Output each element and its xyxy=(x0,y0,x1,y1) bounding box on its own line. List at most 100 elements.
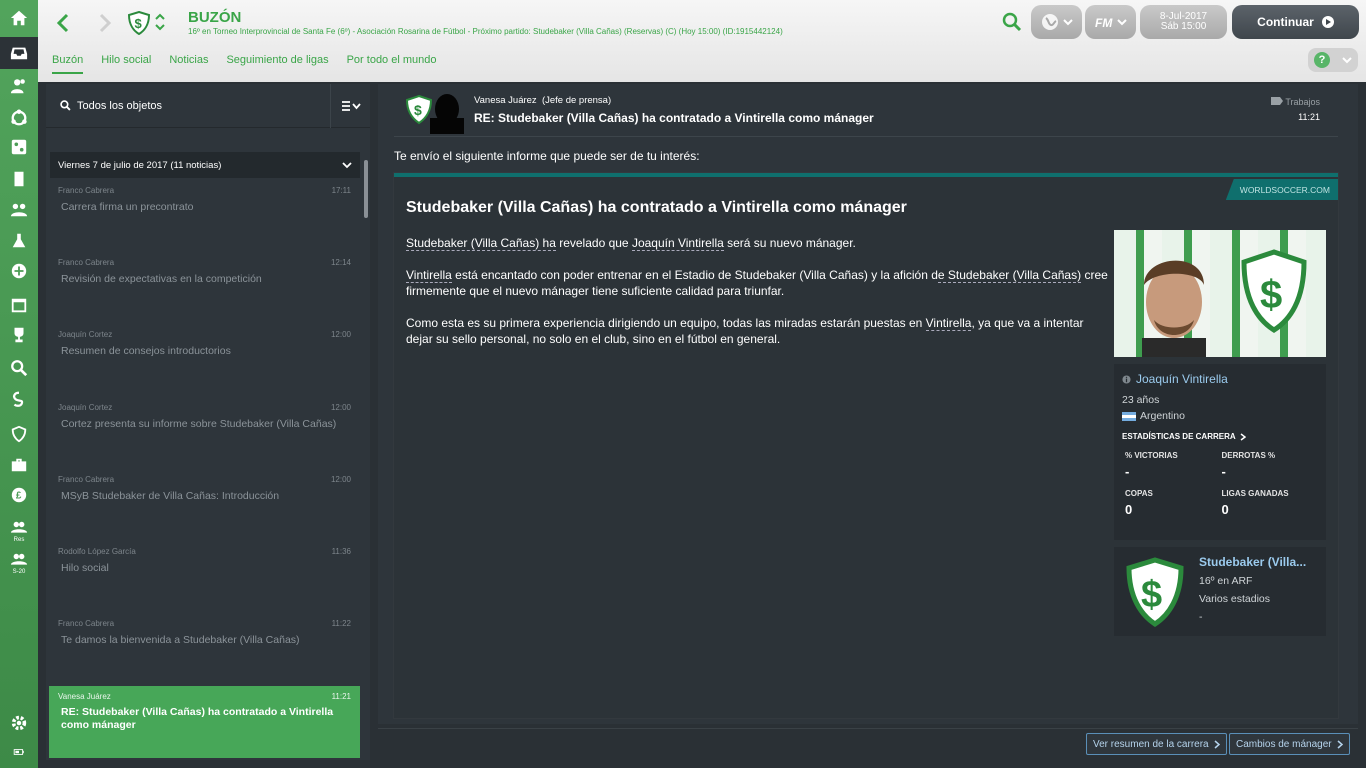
tab-league-tracking[interactable]: Seguimiento de ligas xyxy=(226,54,328,74)
career-stats-link[interactable]: ESTADÍSTICAS DE CARRERA xyxy=(1122,432,1318,441)
help-button[interactable]: ? xyxy=(1308,48,1358,72)
list-item[interactable]: Franco Cabrera 12:00 MSyB Studebaker de V… xyxy=(49,469,360,541)
message-sender: Joaquín Cortez xyxy=(58,403,113,412)
article-text: Como esta es su primera experiencia diri… xyxy=(406,316,926,330)
message-time: 12:00 xyxy=(330,475,351,484)
continue-button[interactable]: Continuar xyxy=(1232,5,1359,39)
list-item[interactable]: Rodolfo López García 11:36 Hilo social xyxy=(49,541,360,613)
home-icon[interactable] xyxy=(0,2,38,34)
back-button[interactable] xyxy=(52,10,74,36)
message-sender: Joaquín Cortez xyxy=(58,330,113,339)
manager-changes-label: Cambios de mánager xyxy=(1236,738,1332,750)
u20-icon[interactable]: S-20 xyxy=(0,545,38,577)
message-subject: Te damos la bienvenida a Studebaker (Vil… xyxy=(61,634,300,646)
calendar-icon[interactable] xyxy=(0,289,38,321)
message-subject: Cortez presenta su informe sobre Studeba… xyxy=(61,418,337,430)
inbox-icon[interactable] xyxy=(0,37,38,69)
club-crest-icon[interactable]: $ xyxy=(1126,557,1184,632)
list-item[interactable]: Franco Cabrera 17:11 Carrera firma un pre… xyxy=(49,180,360,252)
article-paragraph: Studebaker (Villa Cañas) ha revelado que… xyxy=(406,235,1112,251)
search-icon[interactable] xyxy=(0,352,38,384)
training-icon[interactable] xyxy=(0,163,38,195)
club-icon[interactable] xyxy=(0,384,38,416)
page-subtitle: 16º en Torneo Interprovincial de Santa F… xyxy=(188,27,783,36)
header-divider xyxy=(394,136,1338,137)
stat-label: % VICTORIAS xyxy=(1125,451,1178,460)
manager-link[interactable]: Vintirella xyxy=(406,268,452,283)
sender-avatar[interactable]: $ xyxy=(405,92,466,134)
squad-icon[interactable] xyxy=(0,70,38,102)
list-menu-icon xyxy=(341,100,361,111)
club-name[interactable]: Studebaker (Villa... xyxy=(1199,555,1320,569)
search-icon[interactable] xyxy=(1002,12,1022,37)
staff-icon[interactable] xyxy=(0,255,38,287)
message-time: 12:14 xyxy=(330,258,351,267)
message-sender: Franco Cabrera xyxy=(58,475,115,484)
list-item[interactable]: Joaquín Cortez 12:00 Resumen de consejos … xyxy=(49,324,360,396)
club-link[interactable]: e Studebaker (Villa Cañas) xyxy=(937,268,1082,283)
date-display[interactable]: 8-Jul-2017 Sáb 15:00 xyxy=(1140,5,1227,39)
manager-link[interactable]: Vintirella xyxy=(925,316,972,331)
svg-text:FM: FM xyxy=(1095,16,1113,30)
club-position: 16º en ARF xyxy=(1199,575,1253,587)
article-paragraph: Como esta es su primera experiencia diri… xyxy=(406,315,1112,347)
message-time: 11:36 xyxy=(331,547,351,556)
manager-link[interactable]: Joaquín Vintirella xyxy=(631,236,724,251)
chevron-right-icon xyxy=(1214,739,1220,749)
tactics-icon[interactable] xyxy=(0,131,38,163)
briefcase-icon[interactable] xyxy=(0,449,38,481)
dynamics-icon[interactable] xyxy=(0,102,38,134)
club-crest-icon[interactable]: $ xyxy=(127,10,151,36)
list-item[interactable]: Franco Cabrera 12:14 Revisión de expectat… xyxy=(49,252,360,324)
fm-menu-button[interactable]: FM xyxy=(1085,5,1136,39)
club-switch-icon[interactable] xyxy=(154,12,166,37)
shield-icon[interactable] xyxy=(0,418,38,450)
forward-button[interactable] xyxy=(94,10,116,36)
trophy-icon[interactable] xyxy=(0,319,38,351)
inbox-filter-search[interactable]: Todos los objetos xyxy=(46,100,330,112)
manager-card: Joaquín Vintirella 23 años Argentino EST… xyxy=(1114,364,1326,540)
stat-label: DERROTAS % xyxy=(1221,451,1276,460)
article-paragraph: Vintirella está encantado con poder entr… xyxy=(406,267,1112,299)
list-item[interactable]: Franco Cabrera 11:22 Te damos la bienveni… xyxy=(49,613,360,685)
list-item[interactable]: Joaquín Cortez 12:00 Cortez presenta su i… xyxy=(49,397,360,469)
stat-value: - xyxy=(1125,464,1130,479)
info-icon[interactable] xyxy=(1122,374,1131,384)
day-group-header[interactable]: Viernes 7 de julio de 2017 (11 noticias) xyxy=(50,152,360,178)
top-bar: $ BUZÓN 16º en Torneo Interprovincial de… xyxy=(38,0,1366,82)
manager-photo[interactable]: $ xyxy=(1114,230,1326,357)
inbox-list-header: Todos los objetos xyxy=(46,83,370,128)
stat-label: LIGAS GANADAS xyxy=(1221,489,1289,498)
message-sender-name[interactable]: Vanesa Juárez xyxy=(474,95,537,106)
message-sender: Franco Cabrera xyxy=(58,186,115,195)
world-menu-button[interactable] xyxy=(1031,5,1082,39)
inbox-scrollbar[interactable] xyxy=(364,160,368,218)
message-time: 11:22 xyxy=(331,619,351,628)
finance-icon[interactable]: £ xyxy=(0,479,38,511)
list-options-button[interactable] xyxy=(330,83,370,128)
help-icon: ? xyxy=(1314,52,1330,68)
manager-changes-button[interactable]: Cambios de mánager xyxy=(1229,733,1350,755)
career-summary-label: Ver resumen de la carrera xyxy=(1093,738,1209,750)
list-item-selected[interactable]: Vanesa Juárez 11:21 RE: Studebaker (Villa… xyxy=(49,686,360,758)
career-stats-grid: % VICTORIAS - DERROTAS % - COPAS 0 LIGAS GA… xyxy=(1122,451,1318,517)
message-sender-line: Vanesa Juárez (Jefe de prensa) xyxy=(474,95,611,106)
tab-social-feed[interactable]: Hilo social xyxy=(101,54,151,74)
manager-name[interactable]: Joaquín Vintirella xyxy=(1136,372,1228,386)
career-summary-button[interactable]: Ver resumen de la carrera xyxy=(1086,733,1227,755)
tab-news[interactable]: Noticias xyxy=(169,54,208,74)
play-icon xyxy=(1321,16,1334,28)
reserves-label: Res xyxy=(13,537,25,543)
tab-around-the-world[interactable]: Por todo el mundo xyxy=(347,54,437,74)
club-stadium: Varios estadios xyxy=(1199,593,1271,605)
sidebar: £ Res S-20 xyxy=(0,0,38,768)
nationality-label: Argentino xyxy=(1140,410,1185,422)
settings-icon[interactable] xyxy=(0,707,38,739)
scouting-icon[interactable] xyxy=(0,194,38,226)
tab-inbox[interactable]: Buzón xyxy=(52,54,84,74)
message-time: 11:21 xyxy=(1298,112,1320,122)
inbox-list-panel: Todos los objetos Viernes 7 de julio de … xyxy=(46,83,370,760)
club-link[interactable]: Studebaker (Villa Cañas) ha xyxy=(406,236,556,251)
reserves-icon[interactable]: Res xyxy=(0,513,38,545)
medical-icon[interactable] xyxy=(0,225,38,257)
